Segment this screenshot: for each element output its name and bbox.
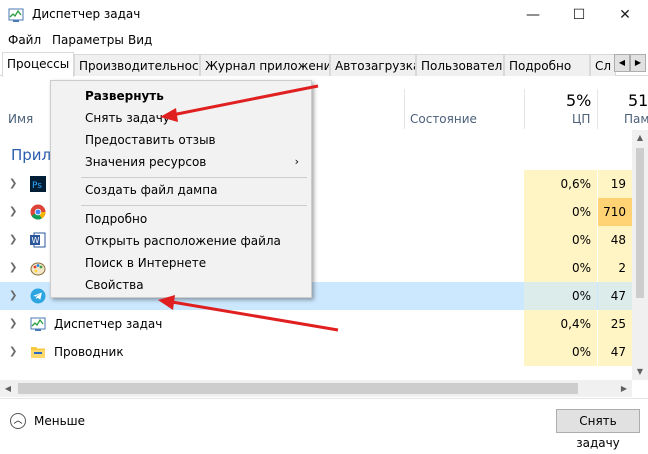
column-memory[interactable]: Памя	[624, 112, 648, 126]
photoshop-icon: Ps	[30, 176, 46, 192]
group-apps-title: Прил	[11, 146, 52, 164]
vertical-scroll-thumb[interactable]	[636, 148, 644, 298]
menu-separator	[81, 177, 307, 178]
menu-item-expand[interactable]: Развернуть	[85, 89, 164, 103]
menu-item-end-task[interactable]: Снять задачу	[85, 111, 170, 125]
footer: ︿ Меньше Снять задачу	[0, 398, 648, 450]
window-title: Диспетчер задач	[32, 7, 141, 21]
title-bar: Диспетчер задач — ☐ ✕	[0, 0, 648, 30]
task-manager-app-icon	[8, 8, 24, 22]
tab-performance[interactable]: Производительность	[74, 54, 200, 76]
chevron-right-icon[interactable]: ❯	[9, 318, 19, 330]
scroll-down-icon[interactable]: ▼	[632, 364, 648, 380]
menu-item-properties[interactable]: Свойства	[85, 278, 144, 292]
scroll-left-icon[interactable]: ◀	[0, 380, 16, 397]
chevron-right-icon[interactable]: ❯	[9, 290, 19, 302]
table-row[interactable]: ❯ Проводник 0% 47	[0, 338, 632, 366]
menu-file[interactable]: Файл	[8, 33, 41, 47]
chevron-right-icon[interactable]: ❯	[9, 346, 19, 358]
column-name[interactable]: Имя	[8, 112, 33, 126]
memory-value: 19	[598, 170, 632, 198]
horizontal-scroll-thumb[interactable]	[18, 383, 578, 394]
menu-options[interactable]: Параметры	[52, 33, 124, 47]
menu-item-create-dump[interactable]: Создать файл дампа	[85, 183, 217, 197]
process-name: Проводник	[54, 345, 124, 359]
menu-bar: Файл Параметры Вид	[0, 30, 648, 50]
column-status[interactable]: Состояние	[410, 112, 477, 126]
column-cpu[interactable]: ЦП	[572, 112, 590, 126]
memory-value: 47	[598, 282, 632, 310]
close-button[interactable]: ✕	[602, 0, 648, 30]
chevron-right-icon[interactable]: ❯	[9, 206, 19, 218]
chevron-up-icon[interactable]: ︿	[10, 413, 26, 429]
tab-services[interactable]: Сл	[590, 54, 616, 76]
chevron-right-icon: ›	[294, 155, 299, 168]
tab-scroll-buttons: ◀ ▶	[614, 54, 646, 72]
menu-item-feedback[interactable]: Предоставить отзыв	[85, 133, 216, 147]
cpu-value: 0%	[524, 338, 597, 366]
cpu-value: 0,4%	[524, 310, 597, 338]
chevron-right-icon[interactable]: ❯	[9, 262, 19, 274]
paint-icon	[30, 262, 46, 276]
menu-separator	[81, 205, 307, 206]
cpu-value: 0%	[524, 282, 597, 310]
memory-value: 2	[598, 254, 632, 282]
horizontal-scrollbar[interactable]: ◀ ▶	[0, 380, 632, 397]
tab-startup[interactable]: Автозагрузка	[330, 54, 416, 76]
menu-item-details[interactable]: Подробно	[85, 212, 147, 226]
chrome-icon	[30, 204, 46, 220]
end-task-button[interactable]: Снять задачу	[556, 409, 640, 450]
tab-users[interactable]: Пользователи	[416, 54, 504, 76]
process-name: Диспетчер задач	[54, 317, 163, 331]
memory-value: 25	[598, 310, 632, 338]
telegram-icon	[30, 288, 46, 304]
tab-strip: Процессы Производительность Журнал прило…	[0, 52, 648, 77]
column-separator	[597, 89, 598, 129]
tab-scroll-left-icon[interactable]: ◀	[614, 54, 630, 72]
menu-item-search-online[interactable]: Поиск в Интернете	[85, 256, 206, 270]
cpu-total-percent: 5%	[566, 91, 592, 110]
menu-item-resource-values[interactable]: Значения ресурсов	[85, 155, 206, 169]
tab-scroll-right-icon[interactable]: ▶	[630, 54, 646, 72]
menu-view[interactable]: Вид	[128, 33, 152, 47]
chevron-right-icon[interactable]: ❯	[9, 234, 19, 246]
tab-app-history[interactable]: Журнал приложений	[200, 54, 330, 76]
tab-details[interactable]: Подробно	[504, 54, 590, 76]
menu-item-open-location[interactable]: Открыть расположение файла	[85, 234, 281, 248]
cpu-value: 0%	[524, 226, 597, 254]
memory-value: 710	[598, 198, 632, 226]
column-separator	[404, 89, 405, 129]
tab-processes[interactable]: Процессы	[2, 52, 74, 77]
minimize-button[interactable]: —	[510, 0, 556, 30]
cpu-value: 0%	[524, 198, 597, 226]
memory-value: 47	[598, 338, 632, 366]
maximize-button[interactable]: ☐	[556, 0, 602, 30]
table-row[interactable]: ❯ Диспетчер задач 0,4% 25	[0, 310, 632, 338]
cpu-value: 0%	[524, 254, 597, 282]
folder-icon	[31, 347, 45, 358]
scroll-up-icon[interactable]: ▲	[632, 130, 648, 146]
fewer-details-link[interactable]: Меньше	[34, 414, 85, 428]
task-manager-icon	[30, 317, 46, 331]
memory-value: 48	[598, 226, 632, 254]
vertical-scrollbar[interactable]: ▲ ▼	[632, 130, 648, 380]
svg-text:Ps: Ps	[32, 181, 42, 191]
memory-total-percent: 51	[628, 91, 648, 110]
chevron-right-icon[interactable]: ❯	[9, 178, 19, 190]
word-icon: W	[30, 232, 46, 248]
column-separator	[524, 89, 525, 129]
cpu-value: 0,6%	[524, 170, 597, 198]
context-menu: Развернуть Снять задачу Предоставить отз…	[50, 80, 312, 298]
scroll-right-icon[interactable]: ▶	[616, 380, 632, 397]
svg-text:W: W	[32, 236, 40, 245]
